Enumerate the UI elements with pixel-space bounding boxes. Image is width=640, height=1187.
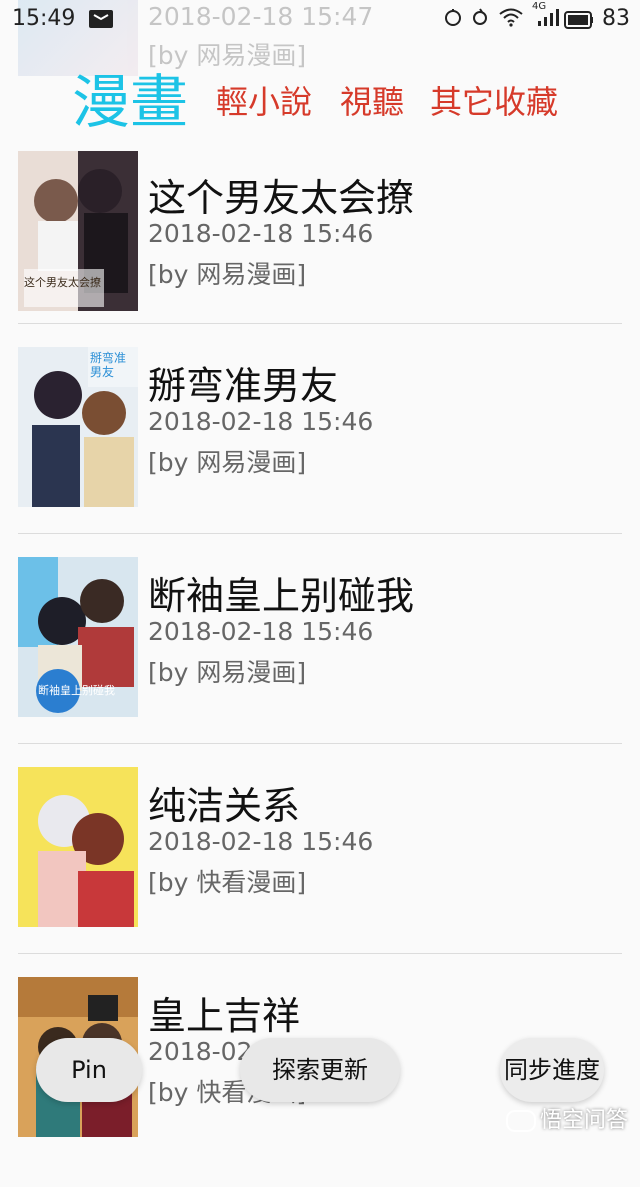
status-bar: 15:49 4G 83 <box>0 0 640 40</box>
comic-source: [by 网易漫画] <box>148 658 307 687</box>
comic-date: 2018-02-18 15:46 <box>148 617 374 646</box>
cover-caption: 掰弯准男友 <box>90 351 127 379</box>
tab-audiovisual[interactable]: 視聽 <box>340 82 404 122</box>
signal-icon: 4G <box>532 1 562 33</box>
category-tabs: 漫畫 輕小說 視聽 其它收藏 <box>0 70 640 140</box>
battery-icon <box>564 10 594 29</box>
divider <box>18 743 622 744</box>
divider <box>18 953 622 954</box>
status-icons: 4G <box>444 1 562 33</box>
list-item[interactable]: 纯洁关系 2018-02-18 15:46 [by 快看漫画] <box>0 767 640 977</box>
explore-updates-button[interactable]: 探索更新 <box>240 1038 400 1102</box>
comic-title: 断袖皇上别碰我 <box>148 574 415 618</box>
watermark-text: 悟空问答 <box>539 1108 628 1133</box>
pin-button[interactable]: Pin <box>36 1038 142 1102</box>
battery-percent: 83 <box>602 6 630 31</box>
clock: 15:49 <box>12 6 76 31</box>
comic-source: [by 网易漫画] <box>148 448 307 477</box>
cover-image: 掰弯准男友 <box>18 347 138 507</box>
tab-light-novels[interactable]: 輕小說 <box>216 82 312 122</box>
comic-date: 2018-02-18 15:46 <box>148 407 374 436</box>
comic-title: 这个男友太会撩 <box>148 176 415 220</box>
notification-icon <box>88 9 114 29</box>
alarm-icon <box>444 7 462 33</box>
sync-icon <box>472 7 488 33</box>
cover-image <box>18 767 138 927</box>
cover-caption: 断袖皇上别碰我 <box>38 684 115 697</box>
list-item[interactable]: 掰弯准男友 掰弯准男友 2018-02-18 15:46 [by 网易漫画] <box>0 347 640 557</box>
comic-date: 2018-02-18 15:46 <box>148 219 374 248</box>
list-item[interactable]: 这个男友太会撩 这个男友太会撩 2018-02-18 15:46 [by 网易漫… <box>0 137 640 347</box>
divider <box>18 533 622 534</box>
comic-title: 纯洁关系 <box>148 784 301 828</box>
comic-title: 掰弯准男友 <box>148 364 339 408</box>
cover-image: 断袖皇上别碰我 <box>18 557 138 717</box>
tab-comics[interactable]: 漫畫 <box>72 70 188 134</box>
divider <box>18 323 622 324</box>
comic-source: [by 快看漫画] <box>148 868 307 897</box>
tab-other-collections[interactable]: 其它收藏 <box>430 82 558 122</box>
cover-caption: 这个男友太会撩 <box>24 276 101 289</box>
comic-title: 皇上吉祥 <box>148 994 301 1038</box>
comic-source: [by 网易漫画] <box>148 260 307 289</box>
wifi-icon <box>498 7 524 33</box>
network-type: 4G <box>532 1 547 12</box>
previous-source: [by 网易漫画] <box>148 41 307 70</box>
comic-date: 2018-02-18 15:46 <box>148 827 374 856</box>
cover-image: 这个男友太会撩 <box>18 151 138 311</box>
watermark: 悟空问答 <box>505 1102 628 1134</box>
list-item[interactable]: 断袖皇上别碰我 断袖皇上别碰我 2018-02-18 15:46 [by 网易漫… <box>0 557 640 767</box>
sync-progress-button[interactable]: 同步進度 <box>500 1038 604 1102</box>
chat-icon <box>505 1110 536 1132</box>
